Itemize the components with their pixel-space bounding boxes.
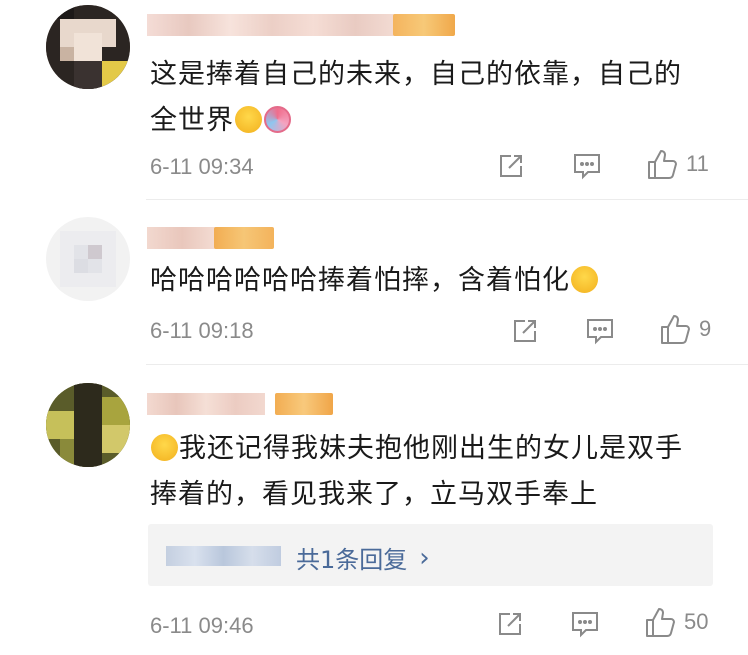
divider xyxy=(146,199,748,200)
avatar[interactable] xyxy=(46,5,130,89)
laugh-tears-emoji xyxy=(571,266,598,293)
user-badge xyxy=(393,14,455,36)
comment-icon xyxy=(574,154,600,180)
thumbs-up-icon xyxy=(646,608,675,637)
comment-button[interactable] xyxy=(585,317,615,345)
share-button[interactable] xyxy=(511,317,539,345)
lollipop-emoji xyxy=(264,106,291,133)
reply-preview[interactable]: 共1条回复 › xyxy=(148,524,713,586)
comment-icon xyxy=(587,319,613,345)
username[interactable] xyxy=(147,227,217,249)
username[interactable] xyxy=(147,14,397,36)
thumbs-up-icon xyxy=(648,150,677,179)
scream-emoji xyxy=(235,106,262,133)
comment-icon xyxy=(572,612,598,638)
like-button[interactable]: 11 xyxy=(646,148,709,180)
reply-author xyxy=(166,546,281,566)
share-icon xyxy=(514,320,536,342)
share-button[interactable] xyxy=(497,152,525,180)
user-badge xyxy=(275,393,333,415)
like-button[interactable]: 9 xyxy=(659,313,711,345)
share-button[interactable] xyxy=(496,610,524,638)
share-icon xyxy=(500,155,522,177)
comment-text: 这是捧着自己的未来，自己的依靠，自己的 全世界 xyxy=(150,59,682,136)
like-count: 9 xyxy=(699,316,712,341)
share-icon xyxy=(499,613,521,635)
comment-text: 哈哈哈哈哈哈捧着怕摔，含着怕化 xyxy=(150,258,730,304)
like-count: 50 xyxy=(684,609,709,634)
laugh-emoji xyxy=(151,434,178,461)
user-badge xyxy=(214,227,274,249)
avatar[interactable] xyxy=(46,383,130,467)
avatar[interactable] xyxy=(46,217,130,301)
reply-count-label: 共1条回复 xyxy=(296,546,408,574)
comment-time: 6-11 09:18 xyxy=(150,318,254,343)
comment-button[interactable] xyxy=(570,610,600,638)
comment-button[interactable] xyxy=(572,152,602,180)
chevron-right-icon: › xyxy=(419,542,430,573)
comment-time: 6-11 09:34 xyxy=(150,154,254,179)
like-count: 11 xyxy=(686,151,709,176)
view-replies-link[interactable]: 共1条回复 › xyxy=(296,540,430,575)
comment-text: 我还记得我妹夫抱他刚出生的女儿是双手 捧着的，看见我来了，立马双手奉上 xyxy=(150,433,683,510)
like-button[interactable]: 50 xyxy=(644,606,708,638)
comment-time: 6-11 09:46 xyxy=(150,613,254,638)
divider xyxy=(146,364,748,365)
thumbs-up-icon xyxy=(661,315,690,344)
username[interactable] xyxy=(147,393,265,415)
